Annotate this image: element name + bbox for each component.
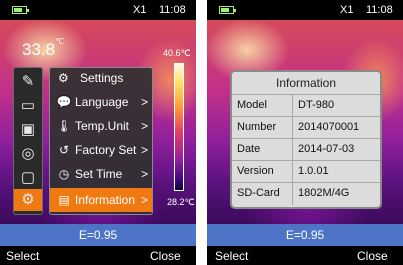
chevron-right-icon: > [141,95,149,109]
info-label: Model [237,99,267,111]
status-bar: X1 11:08 [207,0,403,20]
menu-item-label: Temp.Unit [75,119,130,133]
emissivity-readout: E=0.95 [0,224,196,246]
chevron-right-icon: > [141,119,149,133]
reset-icon: ↺ [58,143,70,157]
center-temperature-unit: ℃ [55,37,65,46]
center-temperature: 33.8℃ [22,37,65,60]
menu-item-set-time[interactable]: ◷ Set Time > [50,162,152,186]
info-value: 1802M/4G [298,187,350,199]
zoom-level: X1 [340,4,354,16]
chevron-right-icon: > [141,143,149,157]
softkey-bar: Select Close [0,246,196,265]
column-divider [292,183,293,205]
status-bar: X1 11:08 [0,0,196,20]
info-label: SD-Card [237,187,280,199]
thermometer-icon: 🌡 [56,119,72,133]
info-value: 2014070001 [298,121,360,133]
column-divider [292,161,293,183]
close-softkey[interactable]: Close [150,249,181,263]
select-softkey[interactable]: Select [6,249,39,263]
settings-gear-icon[interactable]: ⚙ [14,189,42,211]
palette-icon[interactable]: ◎ [17,143,39,165]
scale-max-label: 40.6℃ [163,48,191,58]
image-icon[interactable]: ▣ [17,119,39,141]
settings-menu: ⚙ Settings 💬 Language > 🌡 Temp.Unit > ↺ … [49,67,153,215]
speech-bubble-icon: 💬 [56,95,72,109]
info-row-number: Number 2014070001 [232,116,380,139]
color-scale-bar [174,63,184,191]
menu-item-label: Information [75,193,136,207]
center-temperature-value: 33.8 [22,40,56,59]
info-value: 1.0.01 [298,165,329,177]
softkey-bar: Select Close [207,246,403,265]
document-icon: ▤ [58,193,70,207]
clock-icon: ◷ [58,167,70,181]
menu-item-temp-unit[interactable]: 🌡 Temp.Unit > [50,114,152,138]
info-value: DT-980 [298,99,335,111]
right-screen: X1 11:08 Information Model DT-980 Number… [207,0,403,265]
side-mode-bar: ✎ ▭ ▣ ◎ ▢ ⚙ [13,67,43,215]
chevron-right-icon: > [141,193,149,207]
menu-item-label: Language [75,95,129,109]
close-softkey[interactable]: Close [357,249,388,263]
info-row-date: Date 2014-07-03 [232,138,380,161]
left-screen: X1 11:08 33.8℃ 40.6℃ 28.2℃ ✎ ▭ ▣ ◎ ▢ ⚙ ⚙… [0,0,196,265]
zoom-level: X1 [133,4,147,16]
gear-icon: ⚙ [58,71,69,85]
info-row-sd-card: SD-Card 1802M/4G [232,182,380,205]
menu-item-label: Factory Set [75,143,137,157]
battery-icon [219,6,236,14]
info-label: Number [237,121,277,133]
settings-menu-header: ⚙ Settings [50,68,152,88]
emissivity-readout: E=0.95 [207,224,403,246]
settings-menu-title: Settings [80,71,124,85]
info-row-version: Version 1.0.01 [232,160,380,183]
ruler-icon[interactable]: ▭ [17,95,39,117]
info-row-model: Model DT-980 [232,94,380,117]
column-divider [292,139,293,161]
video-icon[interactable]: ▢ [17,167,39,189]
menu-item-label: Set Time [75,167,123,181]
column-divider [292,117,293,139]
information-title: Information [232,72,380,94]
battery-icon [12,6,29,14]
info-value: 2014-07-03 [298,143,355,155]
menu-item-information[interactable]: ▤ Information > [50,188,152,212]
pencil-icon[interactable]: ✎ [17,71,39,93]
info-label: Date [237,143,261,155]
chevron-right-icon: > [141,167,149,181]
menu-item-language[interactable]: 💬 Language > [50,90,152,114]
information-dialog: Information Model DT-980 Number 20140700… [230,70,382,209]
clock-time: 11:08 [366,4,393,16]
info-label: Version [237,165,274,177]
select-softkey[interactable]: Select [215,249,248,263]
scale-min-label: 28.2℃ [167,197,195,207]
menu-item-factory-set[interactable]: ↺ Factory Set > [50,138,152,162]
clock-time: 11:08 [159,4,186,16]
column-divider [292,95,293,117]
